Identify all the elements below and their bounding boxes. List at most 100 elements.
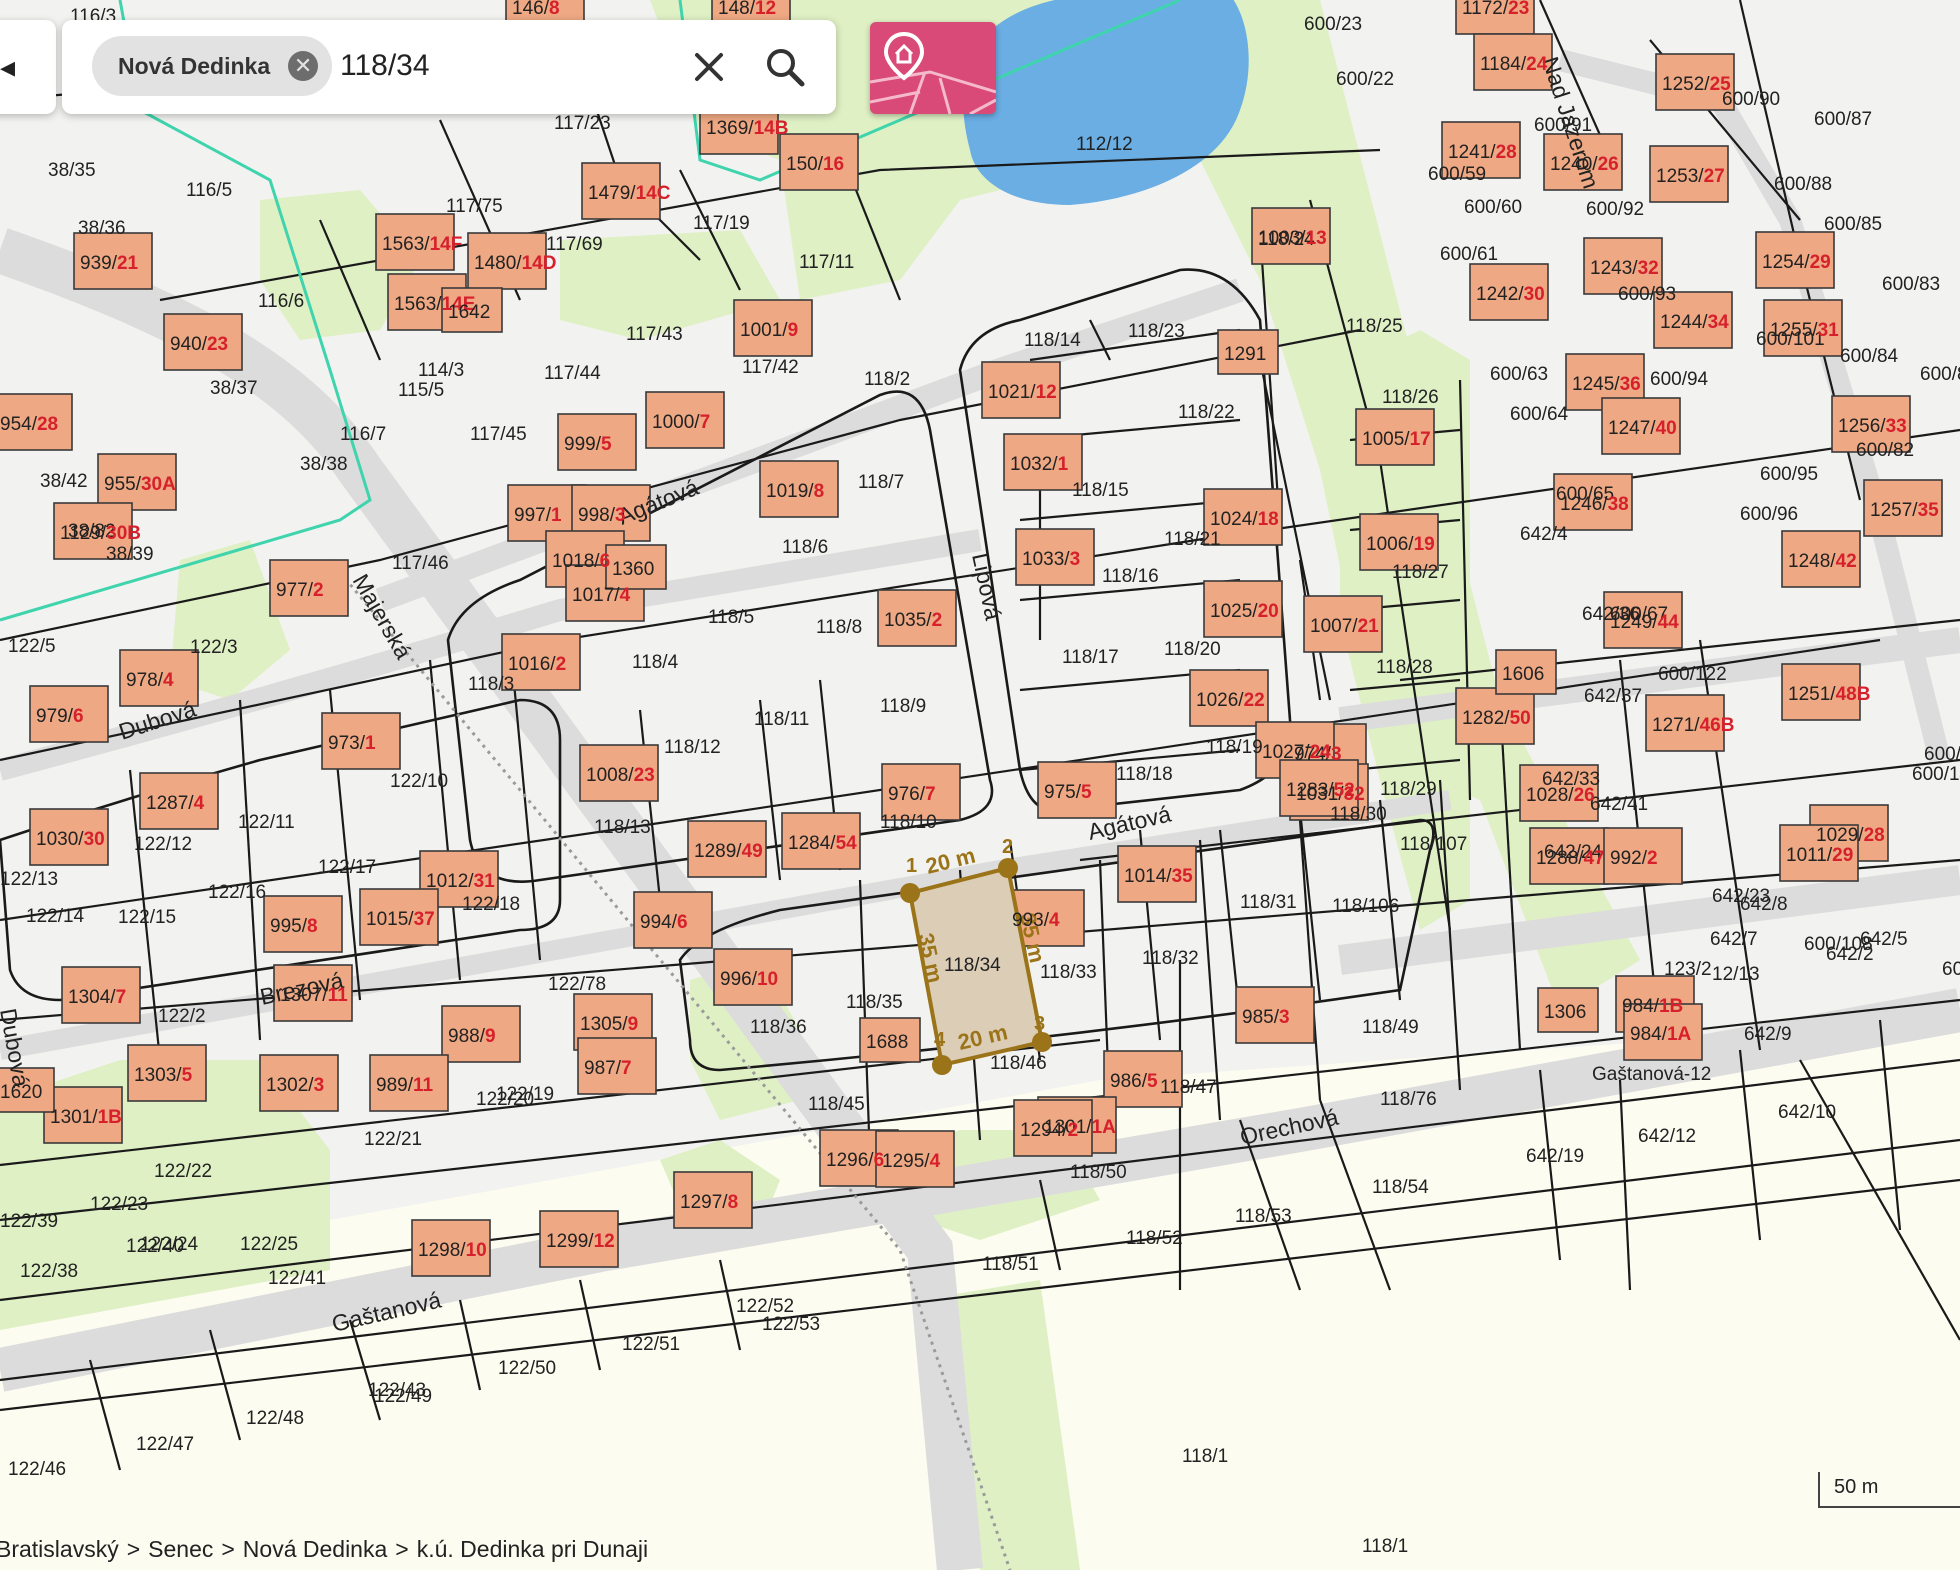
parcel-number-label[interactable]: 642/41 xyxy=(1590,794,1648,815)
parcel-number-label[interactable]: 122/10 xyxy=(390,771,448,792)
building-number-label[interactable]: 1251/48B xyxy=(1788,684,1870,705)
building-number-label[interactable]: 1240/26 xyxy=(1550,154,1619,175)
parcel-number-label[interactable]: 118/45 xyxy=(808,1094,865,1115)
building-number-label[interactable]: 985/3 xyxy=(1242,1007,1290,1028)
building-number-label[interactable]: 1282/50 xyxy=(1462,708,1531,729)
parcel-number-label[interactable]: 38/39 xyxy=(106,544,154,565)
building-number-label[interactable]: 1001/9 xyxy=(740,320,798,341)
parcel-number-label[interactable]: 122/5 xyxy=(8,636,56,657)
building-number-label[interactable]: 1249/44 xyxy=(1610,612,1679,633)
parcel-number-label[interactable]: 118/17 xyxy=(1062,647,1119,668)
building-number-label[interactable]: 954/28 xyxy=(0,414,58,435)
parcel-number-label[interactable]: 118/29 xyxy=(1380,779,1437,800)
parcel-number-label[interactable]: 118/3 xyxy=(468,674,514,695)
parcel-number-label[interactable]: 122/53 xyxy=(762,1314,820,1335)
building-number-label[interactable]: 997/1 xyxy=(514,505,562,526)
building-number-label[interactable]: 1563/14F xyxy=(382,234,462,255)
parcel-number-label[interactable]: 600/90 xyxy=(1722,89,1780,110)
parcel-number-label[interactable]: 117/45 xyxy=(470,424,527,445)
building-number-label[interactable]: 994/6 xyxy=(640,912,688,933)
parcel-number-label[interactable]: 118/13 xyxy=(594,817,651,838)
building-number-label[interactable]: 1005/17 xyxy=(1362,429,1431,450)
parcel-number-label[interactable]: 600/87 xyxy=(1814,109,1872,130)
parcel-number-label[interactable]: 118/10 xyxy=(880,812,937,833)
building-number-label[interactable]: 1000/7 xyxy=(652,412,710,433)
building-number-label[interactable]: 1301/1B xyxy=(50,1107,122,1128)
parcel-number-label[interactable]: 118/33 xyxy=(1040,962,1097,983)
building-number-label[interactable]: 1255/31 xyxy=(1770,320,1839,341)
building-number-label[interactable]: 1029/28 xyxy=(1816,825,1885,846)
parcel-number-label[interactable]: 118/76 xyxy=(1380,1089,1437,1110)
building-number-label[interactable]: 1016/2 xyxy=(508,654,566,675)
parcel-number-label[interactable]: 118/52 xyxy=(1126,1228,1183,1249)
parcel-number-label[interactable]: 112/12 xyxy=(1076,134,1133,155)
parcel-number-label[interactable]: 118/32 xyxy=(1142,948,1199,969)
vertex-1-marker[interactable] xyxy=(900,883,920,903)
parcel-number-label[interactable]: 642/9 xyxy=(1744,1024,1792,1045)
parcel-number-label[interactable]: 117/23 xyxy=(554,113,611,134)
parcel-number-label[interactable]: 122/16 xyxy=(208,882,266,903)
parcel-number-label[interactable]: 118/106 xyxy=(1332,896,1399,917)
parcel-number-label[interactable]: 122/12 xyxy=(134,834,192,855)
parcel-number-label[interactable]: 122/38 xyxy=(20,1261,78,1282)
building-number-label[interactable]: 1271/46B xyxy=(1652,715,1734,736)
parcel-number-label[interactable]: 118/7 xyxy=(858,472,904,493)
building-number-label[interactable]: 1606 xyxy=(1502,664,1544,685)
building-number-label[interactable]: 1028/26 xyxy=(1526,785,1595,806)
parcel-number-label[interactable]: 118/22 xyxy=(1178,402,1235,423)
building-number-label[interactable]: 1479/14C xyxy=(588,183,671,204)
parcel-number-label[interactable]: 642/12 xyxy=(1638,1126,1696,1147)
building-number-label[interactable]: 1304/7 xyxy=(68,987,126,1008)
building-number-label[interactable]: 1688 xyxy=(866,1032,908,1053)
parcel-number-label[interactable]: 122/49 xyxy=(374,1386,432,1407)
parcel-number-label[interactable]: 600/95 xyxy=(1760,464,1818,485)
parcel-number-label[interactable]: 118/36 xyxy=(750,1017,807,1038)
parcel-number-label[interactable]: 600/64 xyxy=(1510,404,1569,425)
parcel-number-label[interactable]: 600/92 xyxy=(1586,199,1644,220)
parcel-number-label[interactable]: 118/23 xyxy=(1128,321,1185,342)
building-number-label[interactable]: 1018/6 xyxy=(552,551,610,572)
building-number-label[interactable]: 998/3 xyxy=(578,505,626,526)
building-number-label[interactable]: 1027/24 xyxy=(1262,742,1331,763)
building-number-label[interactable]: 1256/33 xyxy=(1838,416,1907,437)
parcel-number-label[interactable]: 118/20 xyxy=(1164,639,1221,660)
parcel-number-label[interactable]: 118/28 xyxy=(1376,657,1433,678)
search-icon[interactable] xyxy=(762,44,808,90)
parcel-number-label[interactable]: 600/91 xyxy=(1534,115,1592,136)
parcel-number-label[interactable]: 600/88 xyxy=(1774,174,1832,195)
building-number-label[interactable]: 1035/2 xyxy=(884,610,942,631)
parcel-number-label[interactable]: 122/18 xyxy=(462,894,520,915)
parcel-number-label[interactable]: Gaštanová-12 xyxy=(1592,1064,1711,1085)
cadastre-layer-button[interactable] xyxy=(870,22,996,114)
parcel-number-label[interactable]: 600/82 xyxy=(1856,440,1914,461)
building-number-label[interactable]: 1006/19 xyxy=(1366,534,1435,555)
parcel-number-label[interactable]: 118/19 xyxy=(1206,737,1263,758)
parcel-number-label[interactable]: 122/2 xyxy=(158,1006,206,1027)
parcel-number-label[interactable]: 600/154 xyxy=(1924,744,1960,765)
parcel-number-label[interactable]: 122/46 xyxy=(8,1459,66,1480)
parcel-number-label[interactable]: 38/42 xyxy=(40,471,88,492)
parcel-number-label[interactable]: 122/21 xyxy=(364,1129,422,1150)
building-number-label[interactable]: 1360 xyxy=(612,559,654,580)
building-number-label[interactable]: 996/10 xyxy=(720,969,778,990)
parcel-number-label[interactable]: 117/69 xyxy=(546,234,603,255)
building-number-label[interactable]: 986/5 xyxy=(1110,1071,1158,1092)
building-number-label[interactable]: 1003/13 xyxy=(1258,228,1327,249)
parcel-number-label[interactable]: 118/8 xyxy=(816,617,862,638)
parcel-number-label[interactable]: 118/15 xyxy=(1072,480,1129,501)
parcel-number-label[interactable]: 122/51 xyxy=(622,1334,680,1355)
parcel-number-label[interactable]: 118/107 xyxy=(1400,834,1467,855)
parcel-number-label[interactable]: 117/46 xyxy=(392,553,449,574)
parcel-number-label[interactable]: 115/5 xyxy=(398,380,444,401)
building-number-label[interactable]: 979/6 xyxy=(36,706,84,727)
parcel-number-label[interactable]: 642/19 xyxy=(1526,1146,1584,1167)
back-arrow-icon[interactable]: ◂ xyxy=(0,50,15,85)
parcel-number-label[interactable]: 12/13 xyxy=(1712,964,1760,985)
parcel-number-label[interactable]: 118/1 xyxy=(1182,1446,1228,1467)
building-number-label[interactable]: 1254/29 xyxy=(1762,252,1831,273)
building-number-label[interactable]: 995/8 xyxy=(270,916,318,937)
parcel-number-label[interactable]: 118/54 xyxy=(1372,1177,1429,1198)
building-number-label[interactable]: 1307/11 xyxy=(280,985,348,1006)
building-number-label[interactable]: 1296/6 xyxy=(826,1150,884,1171)
parcel-number-label[interactable]: 600/81 xyxy=(1920,364,1960,385)
